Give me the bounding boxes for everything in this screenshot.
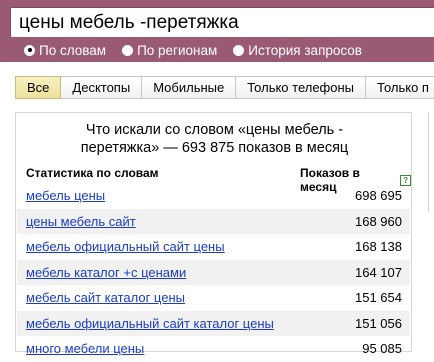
phrase-link[interactable]: мебель сайт каталог цены bbox=[26, 290, 185, 305]
panel-title: Что искали со словом «цены мебель - пере… bbox=[16, 121, 413, 157]
phrase-link[interactable]: мебель официальный сайт цены bbox=[26, 239, 225, 254]
table-row: мебель каталог +с ценами 164 107 bbox=[17, 259, 410, 285]
table-row: цены мебель сайт 168 960 bbox=[17, 208, 410, 234]
phrase-link[interactable]: мебель официальный сайт каталог цены bbox=[26, 316, 274, 331]
search-mode-options: По словам По регионам История запросов bbox=[24, 40, 378, 60]
tab-mobile[interactable]: Мобильные bbox=[142, 76, 237, 99]
radio-label: История запросов bbox=[248, 42, 362, 58]
radio-checked-icon[interactable] bbox=[24, 44, 35, 56]
radio-by-words[interactable]: По словам bbox=[24, 43, 106, 58]
impressions-count: 698 695 bbox=[355, 188, 402, 204]
search-header: цены мебель -перетяжка По словам По реги… bbox=[0, 0, 434, 62]
column-header-phrases: Статистика по словам bbox=[26, 166, 159, 180]
phrase-link[interactable]: мебель каталог +с ценами bbox=[26, 265, 186, 280]
second-panel-edge bbox=[428, 112, 429, 212]
impressions-count: 164 107 bbox=[355, 264, 402, 280]
tab-tablets-only[interactable]: Только п bbox=[366, 76, 434, 99]
panel-title-line: перетяжка» — 693 875 показов в месяц bbox=[80, 140, 349, 156]
phrase-link[interactable]: цены мебель сайт bbox=[26, 214, 136, 229]
impressions-count: 151 654 bbox=[355, 290, 402, 306]
radio-label: По регионам bbox=[137, 42, 218, 58]
table-row: мебель официальный сайт каталог цены 151… bbox=[17, 310, 410, 336]
table-row: мебель сайт каталог цены 151 654 bbox=[17, 285, 410, 311]
impressions-count: 95 085 bbox=[362, 341, 402, 357]
radio-unchecked-icon[interactable] bbox=[233, 44, 245, 56]
phrase-link[interactable]: мебель цены bbox=[26, 188, 105, 203]
panel-title-line: Что искали со словом «цены мебель - bbox=[85, 122, 344, 138]
phrase-link[interactable]: много мебели цены bbox=[26, 341, 144, 356]
radio-by-regions[interactable]: По регионам bbox=[122, 43, 217, 58]
tab-all[interactable]: Все bbox=[15, 76, 62, 99]
search-input[interactable]: цены мебель -перетяжка bbox=[10, 7, 434, 37]
radio-query-history[interactable]: История запросов bbox=[233, 43, 362, 58]
tab-desktops[interactable]: Десктопы bbox=[61, 76, 143, 99]
table-row: мебель официальный сайт цены 168 138 bbox=[17, 234, 410, 260]
tab-phones-only[interactable]: Только телефоны bbox=[236, 76, 367, 99]
impressions-count: 168 960 bbox=[355, 213, 402, 229]
radio-unchecked-icon[interactable] bbox=[122, 44, 134, 56]
stats-table: мебель цены 698 695 цены мебель сайт 168… bbox=[17, 183, 410, 362]
table-row: много мебели цены 95 085 bbox=[17, 336, 410, 362]
table-row: мебель цены 698 695 bbox=[17, 183, 410, 209]
impressions-count: 168 138 bbox=[355, 239, 402, 255]
impressions-count: 151 056 bbox=[355, 315, 402, 331]
device-tabs: Все Десктопы Мобильные Только телефоны Т… bbox=[15, 76, 434, 99]
radio-label: По словам bbox=[39, 42, 107, 58]
word-stats-panel: Что искали со словом «цены мебель - пере… bbox=[15, 112, 413, 356]
